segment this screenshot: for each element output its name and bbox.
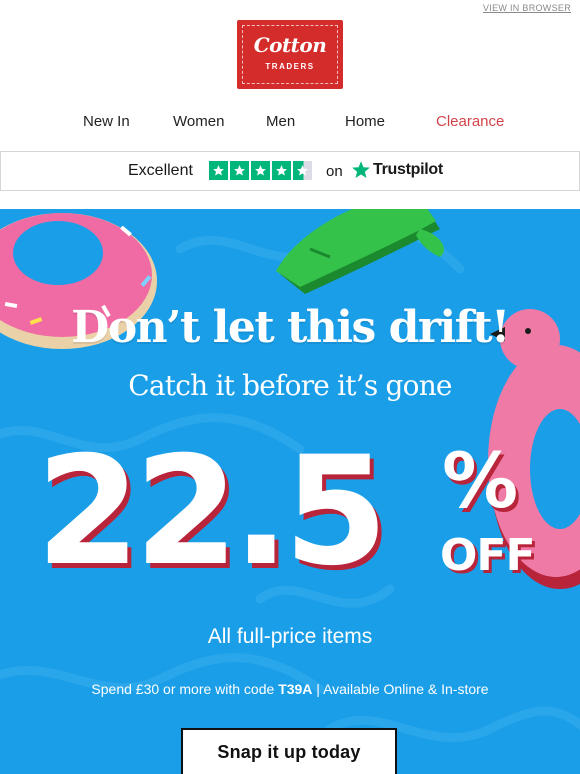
star-icon — [272, 161, 291, 180]
nav-clearance[interactable]: Clearance — [436, 113, 504, 130]
half-star-icon — [293, 161, 312, 180]
nav-new-in[interactable]: New In — [83, 113, 130, 130]
trustpilot-banner[interactable]: Excellent on Trustpilot — [0, 151, 580, 191]
discount-percent-symbol: % — [442, 436, 519, 525]
nav-women[interactable]: Women — [173, 113, 224, 130]
offer-terms-text: Spend £30 or more with code T39A | Avail… — [0, 681, 580, 697]
discount-off-label: OFF — [440, 530, 536, 581]
trustpilot-star-icon — [352, 161, 370, 178]
main-navigation: New In Women Men Home Clearance — [0, 113, 580, 133]
trustpilot-on-text: on — [326, 163, 343, 180]
promo-hero[interactable]: Don’t let this drift! Catch it before it… — [0, 209, 580, 774]
trustpilot-rating-text: Excellent — [128, 162, 193, 179]
star-icon — [251, 161, 270, 180]
cotton-traders-logo[interactable]: Cotton TRADERS — [237, 20, 343, 89]
logo-wordmark: Cotton — [253, 33, 327, 57]
star-icon — [230, 161, 249, 180]
crocodile-float — [276, 209, 444, 294]
hero-subheadline: Catch it before it’s gone — [128, 369, 452, 402]
view-in-browser-link[interactable]: VIEW IN BROWSER — [483, 3, 571, 13]
nav-men[interactable]: Men — [266, 113, 295, 130]
trustpilot-brand: Trustpilot — [373, 161, 443, 178]
nav-home[interactable]: Home — [345, 113, 385, 130]
offer-scope-text: All full-price items — [207, 625, 373, 648]
logo-subtitle: TRADERS — [265, 62, 315, 71]
trustpilot-stars — [209, 161, 312, 180]
hero-headline: Don’t let this drift! — [71, 302, 510, 353]
snap-it-up-button[interactable]: Snap it up today — [181, 728, 397, 774]
offer-terms-suffix: | Available Online & In-store — [312, 681, 489, 697]
trustpilot-logo: Trustpilot — [351, 160, 443, 180]
star-icon — [209, 161, 228, 180]
discount-value: 22.5 — [36, 425, 388, 599]
promo-code: T39A — [278, 681, 313, 697]
offer-terms-prefix: Spend £30 or more with code — [91, 681, 279, 697]
